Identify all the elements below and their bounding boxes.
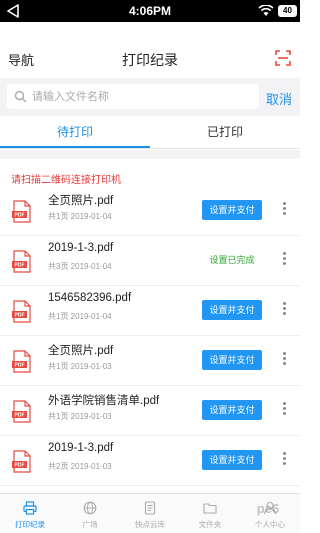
tabbar-item-square[interactable]: 广场 — [60, 494, 120, 533]
connect-printer-hint: 请扫描二维码连接打印机 — [11, 175, 121, 186]
file-name: 2019-1-3.pdf — [48, 242, 114, 254]
pdf-file-icon: PDF — [12, 450, 31, 473]
record-row[interactable]: PDF 全页照片.pdf 共1页 2019-01-04 设置并支付 — [0, 186, 300, 236]
tabbar-label: 快点云库 — [135, 520, 165, 529]
file-name: 全页照片.pdf — [48, 345, 114, 357]
record-row[interactable]: PDF 2019-1-3.pdf 共2页 2019-01-03 设置并支付 — [0, 436, 300, 486]
more-options-icon[interactable] — [283, 202, 287, 216]
globe-icon — [83, 501, 97, 515]
svg-text:PDF: PDF — [15, 463, 25, 469]
pdf-file-icon: PDF — [12, 250, 31, 273]
pdf-file-icon: PDF — [12, 400, 31, 423]
svg-text:PDF: PDF — [15, 263, 25, 269]
tabbar-item-folder[interactable]: 文件夹 — [180, 494, 240, 533]
file-name: 1546582396.pdf — [48, 292, 132, 304]
tabbar-item-cloud-library[interactable]: 快点云库 — [120, 494, 180, 533]
setup-and-pay-button[interactable]: 设置并支付 — [202, 200, 262, 220]
file-name: 全页照片.pdf — [48, 195, 114, 207]
file-meta: 共1页 2019-01-04 — [48, 312, 112, 321]
file-meta: 共1页 2019-01-03 — [48, 362, 112, 371]
search-input[interactable] — [32, 85, 252, 108]
setup-and-pay-button[interactable]: 设置并支付 — [202, 350, 262, 370]
file-meta: 共3页 2019-01-04 — [48, 262, 112, 271]
tab-pending[interactable]: 待打印 — [0, 116, 150, 149]
record-row[interactable]: PDF 1546582396.pdf 共1页 2019-01-04 设置并支付 — [0, 286, 300, 336]
app-header — [0, 22, 300, 78]
record-row[interactable]: PDF 全页照片.pdf 共1页 2019-01-03 设置并支付 — [0, 336, 300, 386]
user-icon — [263, 501, 277, 515]
more-options-icon[interactable] — [283, 452, 287, 466]
nav-button[interactable]: 导航 — [8, 50, 34, 69]
pdf-file-icon: PDF — [12, 300, 31, 323]
file-meta: 共1页 2019-01-03 — [48, 412, 112, 421]
tab-bar: 待打印 已打印 — [0, 116, 300, 149]
file-name: 2019-1-3.pdf — [48, 442, 114, 454]
file-meta: 共2页 2019-01-03 — [48, 462, 112, 471]
more-options-icon[interactable] — [283, 402, 287, 416]
more-options-icon[interactable] — [283, 302, 287, 316]
file-meta: 共1页 2019-01-04 — [48, 212, 112, 221]
pdf-file-icon: PDF — [12, 200, 31, 223]
battery-indicator: 40 — [278, 5, 297, 17]
status-time: 4:06PM — [128, 4, 172, 18]
setup-and-pay-button[interactable]: 设置并支付 — [202, 450, 262, 470]
search-icon — [14, 90, 27, 103]
active-tab-indicator — [0, 146, 150, 148]
tabbar-label: 广场 — [82, 520, 98, 529]
svg-text:PDF: PDF — [15, 413, 25, 419]
svg-text:PDF: PDF — [15, 313, 25, 319]
svg-text:PDF: PDF — [15, 363, 25, 369]
setup-and-pay-button[interactable]: 设置并支付 — [202, 400, 262, 420]
folder-icon — [203, 503, 217, 514]
tabbar-item-print-records[interactable]: 打印纪录 — [0, 494, 60, 533]
setup-and-pay-button[interactable]: 设置并支付 — [202, 300, 262, 320]
wifi-icon — [258, 5, 274, 16]
tab-printed[interactable]: 已打印 — [150, 116, 300, 149]
pdf-file-icon: PDF — [12, 350, 31, 373]
scan-icon[interactable] — [275, 50, 291, 66]
section-divider — [0, 150, 300, 159]
tabbar-label: 文件夹 — [198, 520, 222, 529]
tabbar-label: 个人中心 — [255, 520, 285, 529]
record-row[interactable]: PDF 2019-1-3.pdf 共3页 2019-01-04 设置已完成 — [0, 236, 300, 286]
cancel-button[interactable]: 取消 — [266, 89, 292, 108]
bottom-tab-bar: 打印纪录 广场 快点云库 文件夹 个人中心 — [0, 493, 300, 533]
file-name: 外语学院销售清单.pdf — [48, 395, 160, 407]
record-row[interactable]: PDF 外语学院销售清单.pdf 共1页 2019-01-03 设置并支付 — [0, 386, 300, 436]
printer-icon — [23, 501, 37, 515]
status-bar: 4:06PM 40 — [0, 0, 300, 22]
setup-complete-status: 设置已完成 — [209, 255, 255, 265]
document-icon — [144, 501, 156, 515]
more-options-icon[interactable] — [283, 352, 287, 366]
svg-text:PDF: PDF — [15, 213, 25, 219]
tabbar-label: 打印纪录 — [15, 520, 45, 529]
tabbar-item-profile[interactable]: 个人中心 — [240, 494, 300, 533]
more-options-icon[interactable] — [283, 252, 287, 266]
